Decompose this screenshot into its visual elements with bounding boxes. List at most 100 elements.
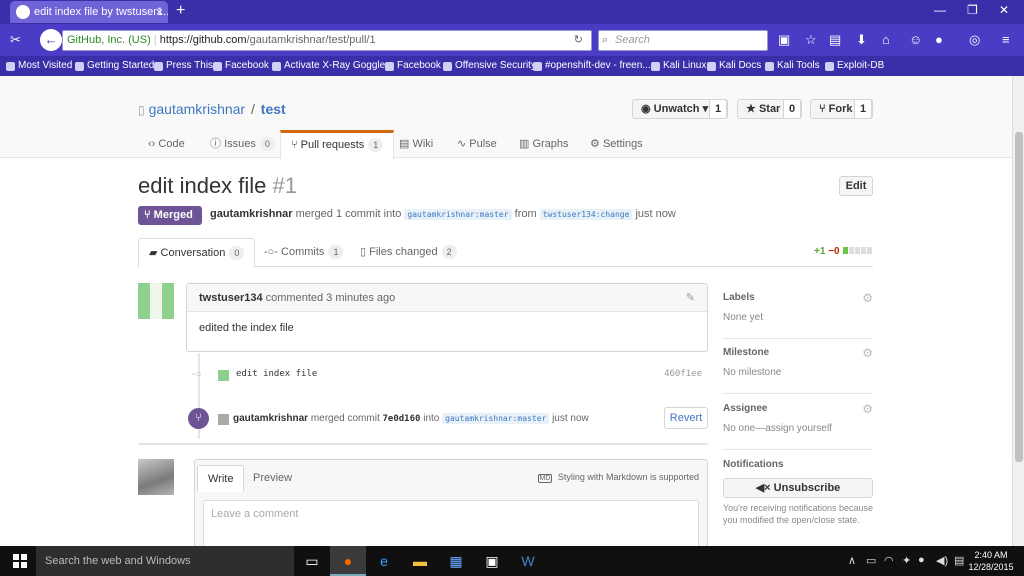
taskbar-search-input[interactable]: Search the web and Windows [36, 546, 294, 576]
home-icon[interactable]: ⌂ [882, 32, 890, 47]
battery-icon[interactable]: ▭ [866, 554, 876, 567]
page-scrollbar[interactable] [1012, 76, 1024, 546]
adblock-icon[interactable]: ● [935, 32, 943, 47]
clipboard-icon[interactable]: ▤ [829, 32, 841, 48]
tab-issues[interactable]: ⓘ Issues 0 [200, 130, 285, 158]
back-button[interactable]: ← [40, 29, 62, 51]
tab-graphs[interactable]: ▥ Graphs [509, 130, 579, 158]
bookmark-item[interactable]: Exploit-DB [825, 58, 884, 74]
merge-commit-sha[interactable]: 7e0d160 [383, 414, 421, 424]
wifi-icon[interactable]: ◠ [884, 554, 894, 567]
bookmark-item[interactable]: Kali Tools [765, 58, 820, 74]
commit-message-link[interactable]: edit index file [236, 369, 317, 379]
pencil-icon[interactable]: ✎ [686, 291, 695, 304]
fork-count[interactable]: 1 [854, 99, 872, 119]
star-button[interactable]: ★ Star 0 [737, 99, 802, 119]
tab-commits[interactable]: -○- Commits 1 [254, 238, 353, 267]
bookmark-item[interactable]: Activate X-Ray Goggles [272, 58, 390, 74]
reload-icon[interactable]: ↻ [574, 31, 583, 50]
notification-icon[interactable]: ▤ [954, 554, 964, 567]
bookmark-item[interactable]: Offensive Security [443, 58, 536, 74]
new-tab-button[interactable]: + [176, 2, 185, 20]
word-icon[interactable]: W [510, 546, 546, 576]
task-view-icon[interactable]: ▭ [294, 546, 330, 576]
tab-wiki[interactable]: ▤ Wiki [389, 130, 443, 158]
comment-meta[interactable]: commented 3 minutes ago [266, 292, 396, 304]
chat-icon[interactable]: ☺ [909, 32, 922, 47]
store-icon[interactable]: ▣ [474, 546, 510, 576]
unwatch-button[interactable]: ◉ Unwatch ▾ 1 [632, 99, 728, 119]
tab-conversation-label: Conversation [160, 247, 226, 259]
url-bar[interactable]: GitHub, Inc. (US) | https://github.com/g… [62, 30, 592, 51]
markdown-hint[interactable]: MD Styling with Markdown is supported [537, 472, 699, 483]
current-user-avatar[interactable] [138, 459, 174, 495]
update-icon[interactable]: ● [918, 554, 925, 566]
edge-icon[interactable]: e [366, 546, 402, 576]
gear-icon[interactable]: ⚙ [862, 291, 873, 305]
tab-close-icon[interactable]: × [156, 1, 163, 23]
browser-search-input[interactable]: ⌕ Search [598, 30, 768, 51]
bookmark-item[interactable]: Facebook [213, 58, 269, 74]
assignee-value[interactable]: No one—assign yourself [723, 423, 832, 434]
revert-button[interactable]: Revert [664, 407, 708, 429]
edit-title-button[interactable]: Edit [839, 176, 873, 196]
maximize-icon[interactable]: ❐ [967, 3, 978, 17]
browser-tab[interactable]: edit index file by twstuser1... × [10, 1, 168, 23]
bookmark-item[interactable]: Facebook [385, 58, 441, 74]
download-icon[interactable]: ⬇ [856, 32, 867, 48]
menu-hamburger-icon[interactable]: ≡ [1002, 32, 1010, 47]
sidebar-milestone: Milestone ⚙ No milestone [723, 346, 873, 394]
taskbar-clock[interactable]: 2:40 AM 12/28/2015 [966, 549, 1016, 573]
volume-icon[interactable]: ◀) [936, 554, 948, 567]
bookmark-item[interactable]: #openshift-dev - freen... [533, 58, 651, 74]
bookmark-item[interactable]: Getting Started [75, 58, 154, 74]
merge-actor-avatar[interactable] [218, 414, 229, 425]
minimize-icon[interactable]: — [934, 3, 946, 17]
scrollbar-thumb[interactable] [1015, 132, 1023, 462]
repo-owner-link[interactable]: gautamkrishnar [149, 101, 246, 117]
tray-chevron-icon[interactable]: ∧ [848, 554, 856, 567]
kali-menu-icon[interactable]: ✂ [10, 32, 21, 48]
fork-icon: ⑂ [819, 103, 826, 115]
globe-icon[interactable]: ◎ [969, 32, 980, 48]
gear-icon[interactable]: ⚙ [862, 402, 873, 416]
commit-sha-link[interactable]: 460f1ee [664, 369, 702, 379]
head-branch[interactable]: twstuser134:change [539, 209, 633, 220]
bookmark-star-icon[interactable]: ☆ [805, 32, 817, 48]
base-branch[interactable]: gautamkrishnar:master [404, 209, 512, 220]
merge-actor-link[interactable]: gautamkrishnar [233, 413, 308, 424]
tab-title: edit index file by twstuser1... [34, 6, 168, 18]
bluetooth-icon[interactable]: ✦ [902, 554, 911, 567]
screenshot-icon[interactable]: ▣ [778, 32, 790, 48]
bookmark-item[interactable]: Kali Linux [651, 58, 706, 74]
bookmark-item[interactable]: Press This [154, 58, 213, 74]
windows-start-icon[interactable] [13, 554, 27, 568]
fork-button[interactable]: ⑂ Fork 1 [810, 99, 873, 119]
watch-count[interactable]: 1 [709, 99, 727, 119]
commit-avatar[interactable] [218, 370, 229, 381]
firefox-icon[interactable]: ● [330, 546, 366, 576]
tab-code[interactable]: ‹› Code [138, 130, 195, 158]
gear-icon: ⚙ [590, 138, 600, 150]
repo-name-link[interactable]: test [261, 101, 286, 117]
merge-target-branch[interactable]: gautamkrishnar:master [442, 413, 550, 424]
bookmark-item[interactable]: Most Visited [6, 58, 72, 74]
unsubscribe-button[interactable]: ◀× Unsubscribe [723, 478, 873, 498]
tab-conversation[interactable]: ▰ Conversation 0 [138, 238, 256, 268]
tab-preview[interactable]: Preview [243, 465, 302, 492]
comment-textarea[interactable]: Leave a comment [203, 500, 699, 546]
avatar[interactable] [138, 283, 174, 319]
tab-files-changed[interactable]: ▯ Files changed 2 [350, 238, 467, 267]
pr-author-link[interactable]: gautamkrishnar [210, 208, 293, 220]
network-app-icon[interactable]: ▦ [438, 546, 474, 576]
tab-write[interactable]: Write [197, 465, 245, 492]
tab-pulse[interactable]: ∿ Pulse [447, 130, 507, 158]
bookmark-item[interactable]: Kali Docs [707, 58, 761, 74]
star-count[interactable]: 0 [783, 99, 801, 119]
tab-settings[interactable]: ⚙ Settings [580, 130, 653, 158]
comment-author-link[interactable]: twstuser134 [199, 292, 263, 304]
gear-icon[interactable]: ⚙ [862, 346, 873, 360]
tab-pull-requests[interactable]: ⑂ Pull requests 1 [280, 130, 395, 159]
file-explorer-icon[interactable]: ▬ [402, 546, 438, 576]
window-close-icon[interactable]: ✕ [999, 3, 1009, 17]
